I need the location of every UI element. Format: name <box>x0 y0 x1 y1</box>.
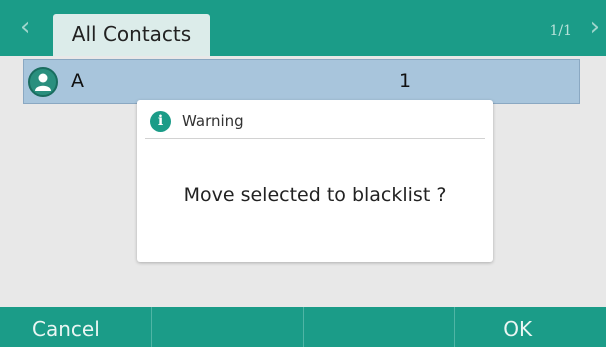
warning-dialog: i Warning Move selected to blacklist ? <box>137 100 493 262</box>
contact-row[interactable]: A 1 <box>23 59 580 104</box>
phone-screen: ‹ All Contacts 1/1 › A 1 i Warning Move … <box>0 0 606 347</box>
dialog-message: Move selected to blacklist ? <box>183 184 447 206</box>
softkey-bar: Cancel OK <box>0 307 606 347</box>
tab-all-contacts[interactable]: All Contacts <box>53 14 210 56</box>
page-indicator: 1/1 <box>549 23 572 39</box>
info-icon: i <box>150 111 171 132</box>
ok-button[interactable]: OK <box>455 307 606 347</box>
cancel-label: Cancel <box>32 317 100 341</box>
softkey-2[interactable] <box>152 307 304 347</box>
tab-label: All Contacts <box>71 22 192 46</box>
person-icon <box>28 67 58 97</box>
cancel-button[interactable]: Cancel <box>0 307 152 347</box>
dialog-header: i Warning <box>145 110 485 139</box>
ok-label: OK <box>503 317 533 341</box>
contact-number: 1 <box>399 70 412 92</box>
chevron-right-icon[interactable]: › <box>590 12 600 42</box>
dialog-title: Warning <box>182 112 244 130</box>
softkey-3[interactable] <box>304 307 456 347</box>
chevron-left-icon[interactable]: ‹ <box>20 12 30 42</box>
contact-name: A <box>71 70 84 92</box>
title-bar: ‹ All Contacts 1/1 › <box>0 0 606 56</box>
